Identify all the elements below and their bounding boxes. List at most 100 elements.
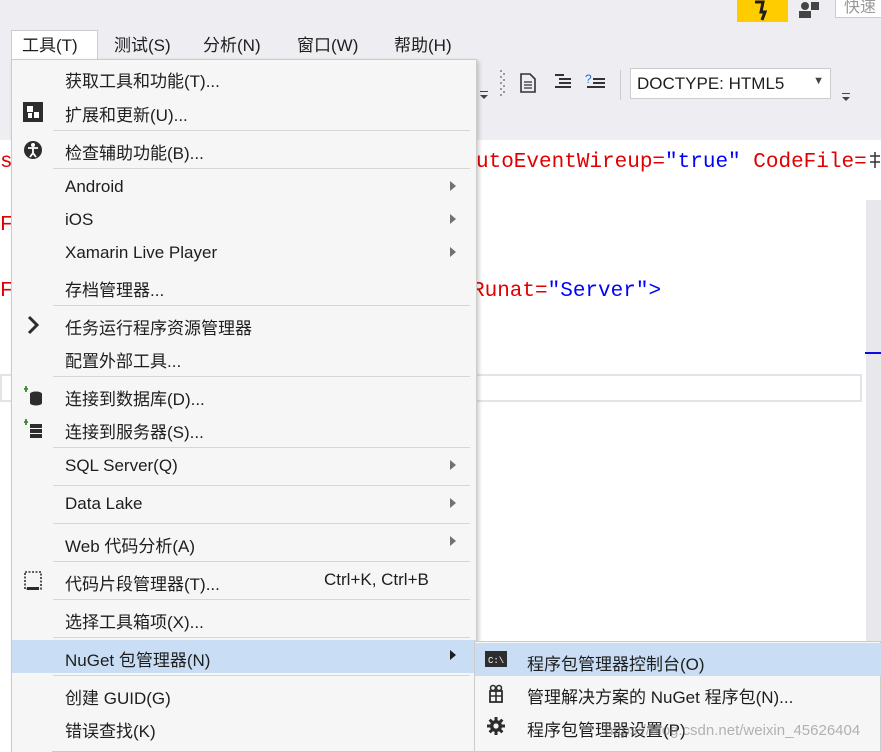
submenu-arrow-icon bbox=[450, 247, 456, 257]
code-tag-close: > bbox=[648, 280, 662, 303]
menu-item-accessibility-check[interactable]: 检查辅助功能(B)... bbox=[12, 133, 476, 166]
menu-separator bbox=[53, 561, 470, 562]
chevron-right-icon bbox=[22, 314, 44, 336]
align-lines-icon[interactable] bbox=[554, 73, 572, 96]
submenu-arrow-icon bbox=[450, 650, 456, 660]
menu-item-code-snippets-manager[interactable]: 代码片段管理器(T)... Ctrl+K, Ctrl+B bbox=[12, 564, 476, 597]
menu-window[interactable]: 窗口(W) bbox=[287, 30, 368, 60]
menu-item-label: iOS bbox=[65, 210, 94, 229]
server-connect-icon bbox=[22, 418, 44, 440]
menu-item-label: SQL Server(Q) bbox=[65, 456, 178, 475]
submenu-arrow-icon bbox=[450, 460, 456, 470]
menu-separator bbox=[53, 447, 470, 448]
menu-item-label: 获取工具和功能(T)... bbox=[65, 72, 220, 91]
submenu-arrow-icon bbox=[450, 214, 456, 224]
menu-item-archive-manager[interactable]: 存档管理器... bbox=[12, 270, 476, 303]
menu-item-xamarin-live-player[interactable]: Xamarin Live Player bbox=[12, 237, 476, 270]
menu-analyze[interactable]: 分析(N) bbox=[193, 30, 271, 60]
toolbar-separator bbox=[620, 70, 621, 100]
menu-test[interactable]: 测试(S) bbox=[104, 30, 181, 60]
menu-item-android[interactable]: Android bbox=[12, 171, 476, 204]
menu-item-label: 配置外部工具... bbox=[65, 352, 182, 371]
menu-separator bbox=[53, 675, 470, 676]
doctype-value: DOCTYPE: HTML5 bbox=[637, 74, 785, 93]
menu-item-sql-server[interactable]: SQL Server(Q) bbox=[12, 450, 476, 483]
menu-item-label: Android bbox=[65, 177, 124, 196]
chevron-down-icon: ▼ bbox=[813, 75, 824, 87]
format-help-icon[interactable]: ? bbox=[585, 72, 607, 96]
code-attr-autoeventwireup: utoEventWireup= bbox=[476, 151, 666, 174]
menu-item-label: 连接到服务器(S)... bbox=[65, 423, 204, 442]
menu-item-label: 存档管理器... bbox=[65, 281, 165, 300]
database-connect-icon bbox=[22, 385, 44, 407]
menu-tools[interactable]: 工具(T) bbox=[11, 30, 98, 60]
new-document-icon[interactable] bbox=[519, 73, 537, 98]
accessibility-icon bbox=[22, 139, 44, 161]
menu-item-label: 任务运行程序资源管理器 bbox=[65, 319, 252, 338]
submenu-arrow-icon bbox=[450, 498, 456, 508]
code-value-true: "true" bbox=[665, 151, 741, 174]
gear-icon bbox=[485, 716, 507, 736]
watermark-text: https://blog.csdn.net/weixin_45626404 bbox=[605, 722, 861, 739]
code-line-3: Runat="Server"> bbox=[472, 280, 661, 303]
menu-separator bbox=[53, 305, 470, 306]
submenu-item-label: 程序包管理器控制台(O) bbox=[527, 655, 705, 674]
menu-item-connect-database[interactable]: 连接到数据库(D)... bbox=[12, 379, 476, 412]
menu-item-label: 检查辅助功能(B)... bbox=[65, 144, 204, 163]
menu-item-nuget-package-manager[interactable]: NuGet 包管理器(N) bbox=[12, 640, 476, 673]
snippet-icon bbox=[22, 570, 44, 592]
console-icon: C:\ bbox=[485, 650, 507, 670]
package-icon bbox=[485, 683, 507, 703]
menu-separator bbox=[53, 376, 470, 377]
split-handle-icon[interactable] bbox=[870, 152, 880, 173]
menu-item-label: 错误查找(K) bbox=[65, 722, 156, 741]
menu-item-external-tools[interactable]: 配置外部工具... bbox=[12, 341, 476, 374]
menu-item-error-lookup[interactable]: 错误查找(K) bbox=[12, 711, 476, 744]
code-value-server: "Server" bbox=[547, 280, 649, 303]
menu-item-label: 扩展和更新(U)... bbox=[65, 106, 188, 125]
svg-text:C:\: C:\ bbox=[488, 656, 504, 666]
menu-item-task-runner-explorer[interactable]: 任务运行程序资源管理器 bbox=[12, 308, 476, 341]
code-line-1: utoEventWireup="true" CodeFile= bbox=[476, 151, 867, 174]
doctype-select[interactable]: DOCTYPE: HTML5 ▼ bbox=[630, 68, 831, 99]
menu-item-label: 代码片段管理器(T)... bbox=[65, 575, 220, 594]
menu-item-label: 连接到数据库(D)... bbox=[65, 390, 205, 409]
submenu-arrow-icon bbox=[450, 181, 456, 191]
menu-separator bbox=[53, 599, 470, 600]
menu-item-label: Data Lake bbox=[65, 494, 143, 513]
menu-separator bbox=[53, 523, 470, 524]
menu-separator bbox=[53, 485, 470, 486]
menu-separator bbox=[53, 168, 470, 169]
submenu-item-package-manager-console[interactable]: C:\ 程序包管理器控制台(O) bbox=[475, 643, 881, 676]
scrollbar-caret-marker bbox=[865, 352, 881, 354]
toolbar-overflow-icon[interactable] bbox=[480, 86, 490, 106]
menu-item-connect-server[interactable]: 连接到服务器(S)... bbox=[12, 412, 476, 445]
menu-help[interactable]: 帮助(H) bbox=[384, 30, 462, 60]
menu-item-label: Web 代码分析(A) bbox=[65, 537, 196, 556]
quick-launch-input[interactable]: 快速 bbox=[835, 0, 881, 18]
menu-item-label: Xamarin Live Player bbox=[65, 243, 218, 262]
menu-item-create-guid[interactable]: 创建 GUID(G) bbox=[12, 678, 476, 711]
menu-item-ios[interactable]: iOS bbox=[12, 204, 476, 237]
menu-separator bbox=[53, 637, 470, 638]
code-attr-runat: Runat= bbox=[472, 280, 548, 303]
menu-item-shortcut: Ctrl+K, Ctrl+B bbox=[324, 570, 429, 589]
menu-bar: 工具(T) 测试(S) 分析(N) 窗口(W) 帮助(H) bbox=[0, 30, 881, 60]
code-attr-codefile: CodeFile= bbox=[740, 151, 867, 174]
menu-item-choose-toolbox-items[interactable]: 选择工具箱项(X)... bbox=[12, 602, 476, 635]
toolbar-grip-icon bbox=[500, 70, 506, 103]
menu-item-extensions[interactable]: 扩展和更新(U)... bbox=[12, 95, 476, 128]
submenu-item-label: 管理解决方案的 NuGet 程序包(N)... bbox=[527, 688, 794, 707]
menu-item-data-lake[interactable]: Data Lake bbox=[12, 488, 476, 521]
menu-item-label: NuGet 包管理器(N) bbox=[65, 651, 211, 670]
smiley-icon bbox=[755, 0, 768, 21]
menu-item-label: 选择工具箱项(X)... bbox=[65, 613, 204, 632]
menu-separator bbox=[53, 130, 470, 131]
menu-item-label: 创建 GUID(G) bbox=[65, 689, 171, 708]
submenu-item-manage-nuget-packages[interactable]: 管理解决方案的 NuGet 程序包(N)... bbox=[475, 676, 881, 709]
feedback-smiley-button[interactable] bbox=[737, 0, 788, 22]
person-feedback-icon[interactable] bbox=[798, 0, 820, 18]
menu-item-get-tools[interactable]: 获取工具和功能(T)... bbox=[12, 61, 476, 94]
toolbar-overflow-icon-2[interactable] bbox=[842, 88, 852, 108]
menu-item-web-code-analysis[interactable]: Web 代码分析(A) bbox=[12, 526, 476, 559]
